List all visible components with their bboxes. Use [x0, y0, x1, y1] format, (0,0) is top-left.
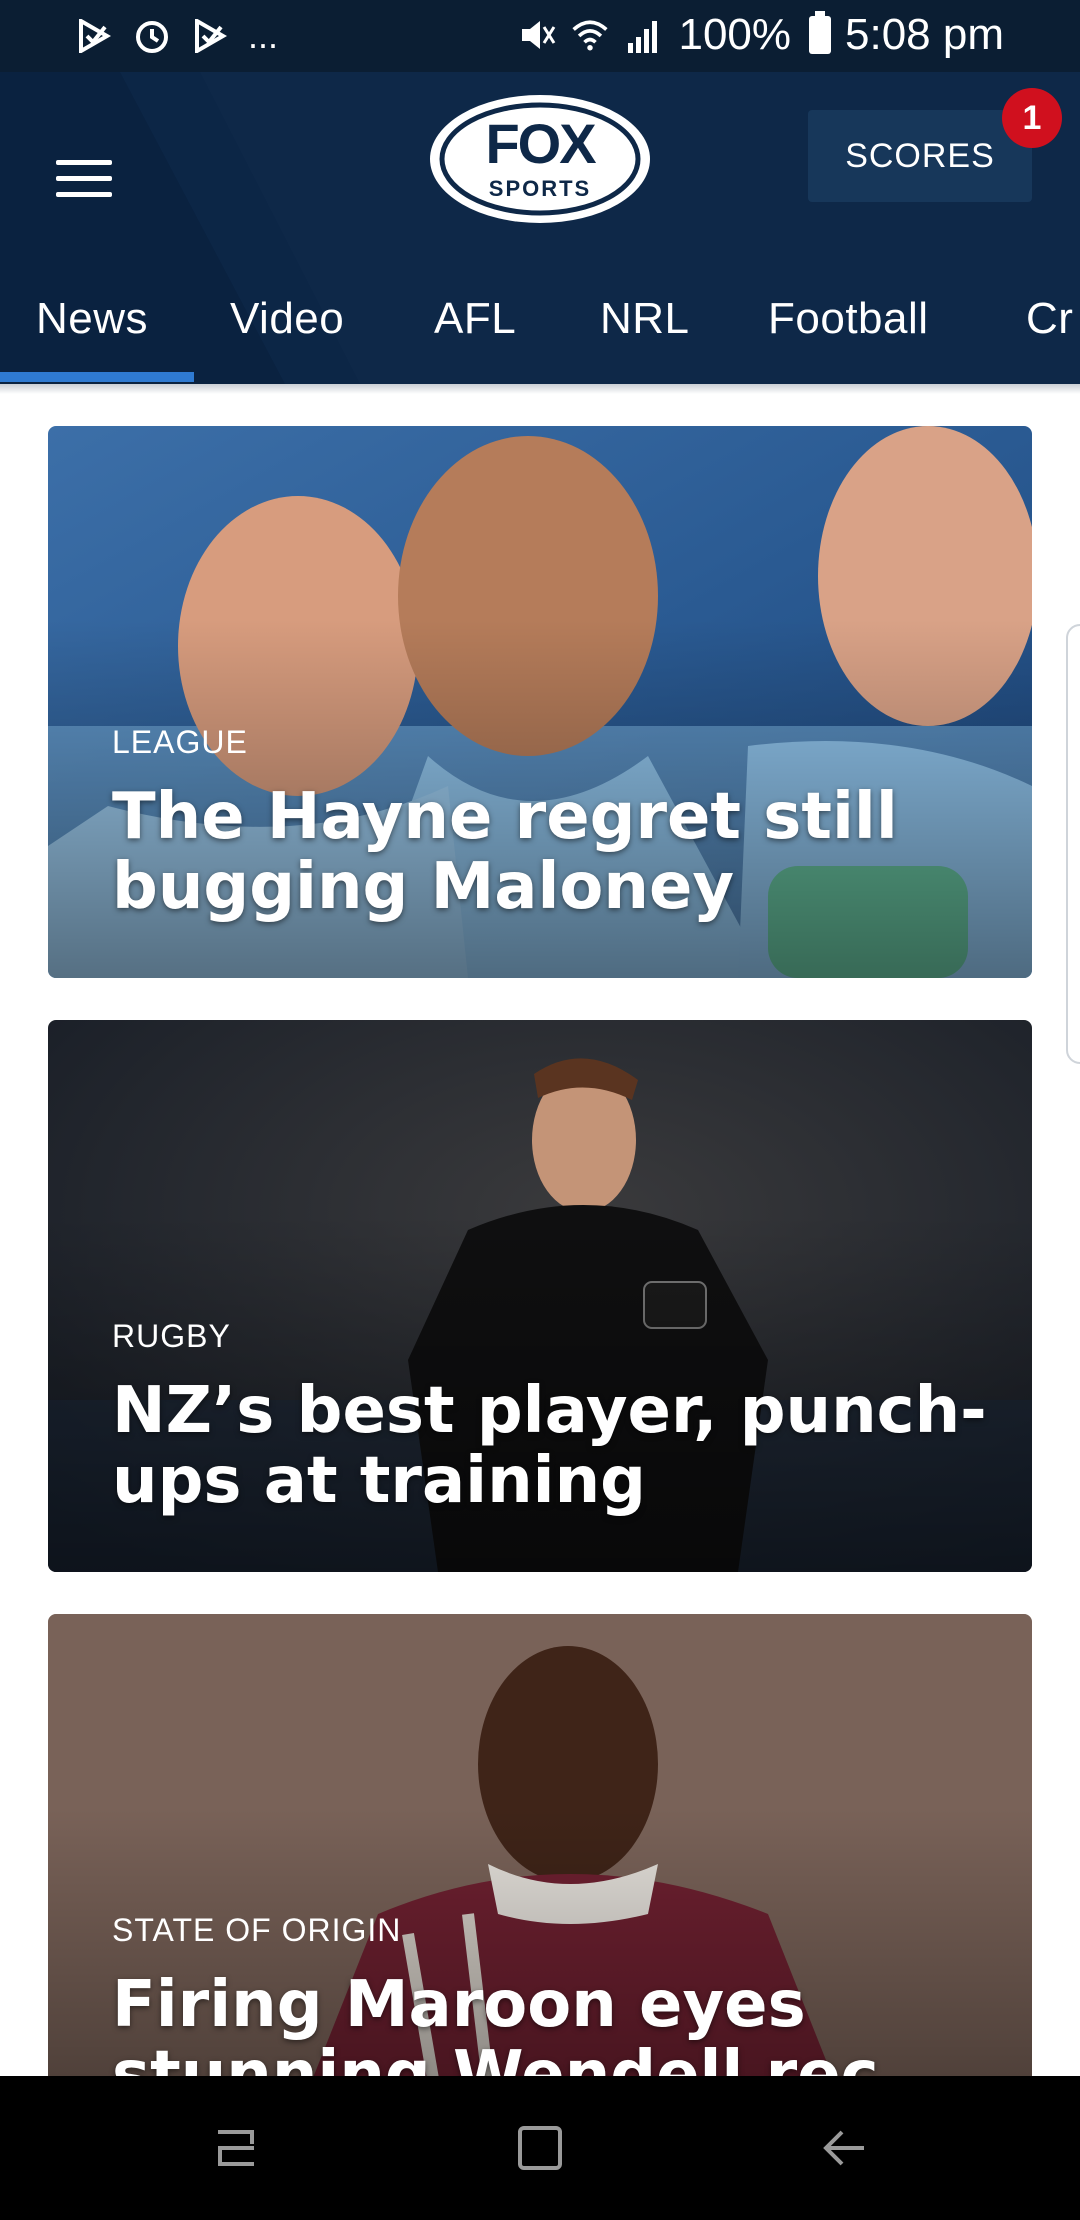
play-store-icon: [190, 14, 230, 58]
clock: 5:08 pm: [845, 10, 1004, 59]
app-header: FOX SPORTS SCORES 1 News Video AFL NRL F…: [0, 72, 1080, 384]
article-card[interactable]: LEAGUE The Hayne regret still bugging Ma…: [48, 426, 1032, 978]
article-category: STATE OF ORIGIN: [112, 1912, 402, 1948]
more-notifications-icon: ...: [248, 15, 279, 56]
back-icon[interactable]: [804, 2112, 884, 2184]
alarm-icon: [132, 14, 172, 58]
home-icon[interactable]: [500, 2112, 580, 2184]
article-title: Firing Maroon eyes stunning Wendell rec: [112, 1968, 879, 2076]
tab-nrl[interactable]: NRL: [600, 294, 690, 344]
article-card[interactable]: RUGBY NZ’s best player, punch-ups at tra…: [48, 1020, 1032, 1572]
tab-video[interactable]: Video: [230, 294, 344, 344]
article-title: NZ’s best player, punch-ups at training: [112, 1374, 987, 1518]
status-bar: ... 100% 5:08 pm: [0, 0, 1080, 72]
scores-button[interactable]: SCORES: [808, 110, 1032, 202]
article-card[interactable]: STATE OF ORIGIN Firing Maroon eyes stunn…: [48, 1614, 1032, 2076]
fox-sports-logo[interactable]: FOX SPORTS: [426, 90, 654, 228]
active-tab-indicator: [0, 372, 194, 382]
scroll-handle[interactable]: [1066, 624, 1080, 1064]
scores-notification-badge: 1: [1002, 88, 1062, 148]
system-icons: 100% 5:08 pm: [516, 10, 1004, 60]
article-category: LEAGUE: [112, 724, 248, 760]
section-tabs: News Video AFL NRL Football Cr: [0, 268, 1080, 384]
logo-wordmark: FOX: [485, 112, 596, 175]
header-shadow: [0, 384, 1080, 394]
wifi-icon: [570, 13, 610, 57]
battery-icon: [809, 11, 832, 54]
article-title: The Hayne regret still bugging Maloney: [112, 780, 898, 924]
tab-afl[interactable]: AFL: [434, 294, 516, 344]
news-feed[interactable]: LEAGUE The Hayne regret still bugging Ma…: [0, 394, 1080, 2076]
play-store-icon: [74, 14, 114, 58]
tab-cricket[interactable]: Cr: [1026, 294, 1073, 344]
logo-subtitle: SPORTS: [488, 176, 592, 201]
hamburger-menu-icon[interactable]: [44, 128, 124, 228]
signal-icon: [624, 13, 664, 57]
system-navigation-bar: [0, 2076, 1080, 2220]
recent-apps-icon[interactable]: [196, 2112, 276, 2184]
mute-icon: [516, 13, 556, 57]
tab-news[interactable]: News: [36, 294, 148, 344]
notification-icons: ...: [74, 14, 278, 58]
article-category: RUGBY: [112, 1318, 231, 1354]
battery-percent: 100%: [678, 10, 792, 59]
tab-football[interactable]: Football: [768, 294, 929, 344]
